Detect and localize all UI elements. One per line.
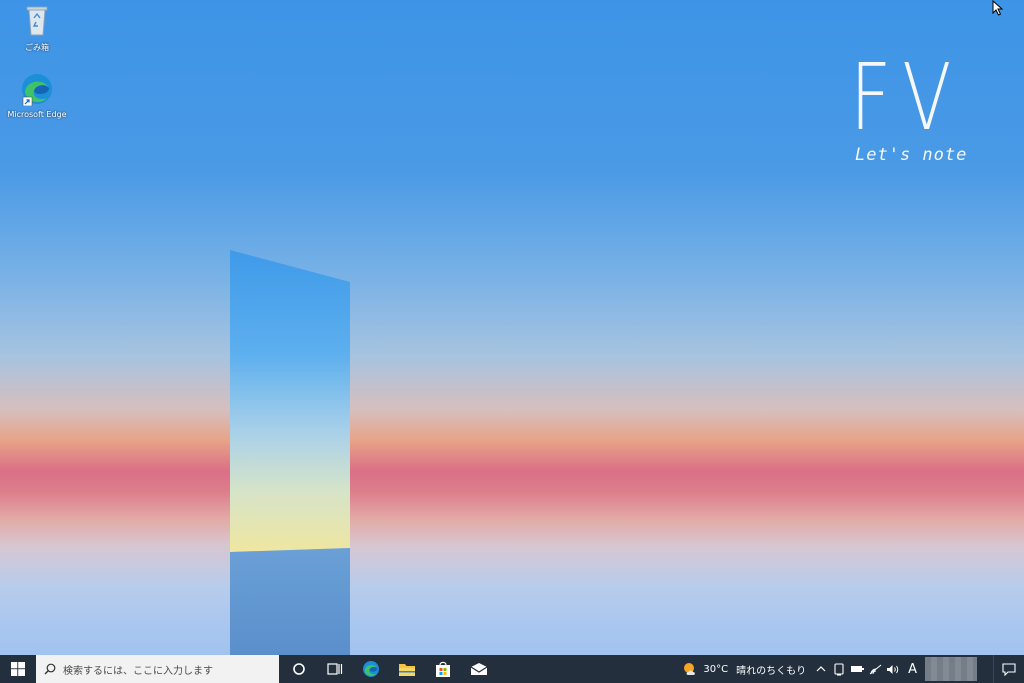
taskbar-file-explorer-button[interactable] bbox=[389, 655, 425, 683]
tray-device-button[interactable] bbox=[831, 655, 847, 683]
folder-icon bbox=[399, 663, 415, 676]
edge-icon bbox=[363, 661, 379, 677]
speaker-icon bbox=[887, 664, 899, 674]
desktop-icon-recycle-bin[interactable]: ごみ箱 bbox=[0, 4, 74, 53]
system-tray: 30°C 晴れのちくもり A bbox=[676, 655, 1024, 683]
tray-battery-button[interactable] bbox=[849, 655, 865, 683]
wifi-icon bbox=[869, 664, 881, 674]
desktop-icon-label: Microsoft Edge bbox=[7, 110, 67, 119]
chevron-up-icon bbox=[816, 666, 826, 672]
clock-redacted[interactable] bbox=[925, 657, 977, 681]
tray-volume-button[interactable] bbox=[885, 655, 901, 683]
circle-icon bbox=[293, 663, 305, 675]
wallpaper-brand-fv: FV bbox=[850, 44, 963, 151]
taskbar: 検索するには、ここに入力します 30°C 晴れのちくもり A bbox=[0, 655, 1024, 683]
weather-widget[interactable]: 30°C 晴れのちくもり bbox=[676, 655, 812, 683]
windows-logo-icon bbox=[11, 662, 25, 676]
mouse-cursor-icon bbox=[992, 0, 1004, 16]
recycle-bin-icon bbox=[0, 4, 74, 40]
search-placeholder: 検索するには、ここに入力します bbox=[63, 665, 213, 677]
notification-icon bbox=[1002, 662, 1016, 676]
search-box[interactable]: 検索するには、ここに入力します bbox=[36, 655, 279, 683]
start-button[interactable] bbox=[0, 655, 36, 683]
ime-mode-indicator[interactable]: A bbox=[908, 662, 917, 677]
taskbar-mail-button[interactable] bbox=[461, 655, 497, 683]
wallpaper-brand-letsnote: Let's note bbox=[855, 145, 968, 165]
tray-network-button[interactable] bbox=[867, 655, 883, 683]
store-bag-icon bbox=[436, 661, 450, 677]
weather-temperature: 30°C bbox=[703, 663, 729, 675]
taskbar-store-button[interactable] bbox=[425, 655, 461, 683]
device-icon bbox=[834, 662, 844, 676]
weather-description: 晴れのちくもり bbox=[736, 665, 807, 677]
taskbar-edge-button[interactable] bbox=[353, 655, 389, 683]
action-center-button[interactable] bbox=[993, 655, 1024, 683]
search-icon bbox=[44, 663, 56, 675]
task-view-button[interactable] bbox=[317, 655, 353, 683]
cortana-button[interactable] bbox=[281, 655, 317, 683]
desktop-icon-label: ごみ箱 bbox=[25, 43, 49, 52]
mail-icon bbox=[470, 663, 488, 675]
desktop: ごみ箱 Microsoft Edge FV Let's note 検索するには、… bbox=[0, 0, 1024, 683]
desktop-icon-microsoft-edge[interactable]: Microsoft Edge bbox=[0, 72, 74, 119]
edge-icon bbox=[0, 72, 74, 108]
task-view-icon bbox=[327, 663, 343, 675]
show-hidden-icons-button[interactable] bbox=[813, 655, 829, 683]
sun-cloud-icon bbox=[684, 663, 696, 675]
battery-icon bbox=[850, 666, 864, 672]
